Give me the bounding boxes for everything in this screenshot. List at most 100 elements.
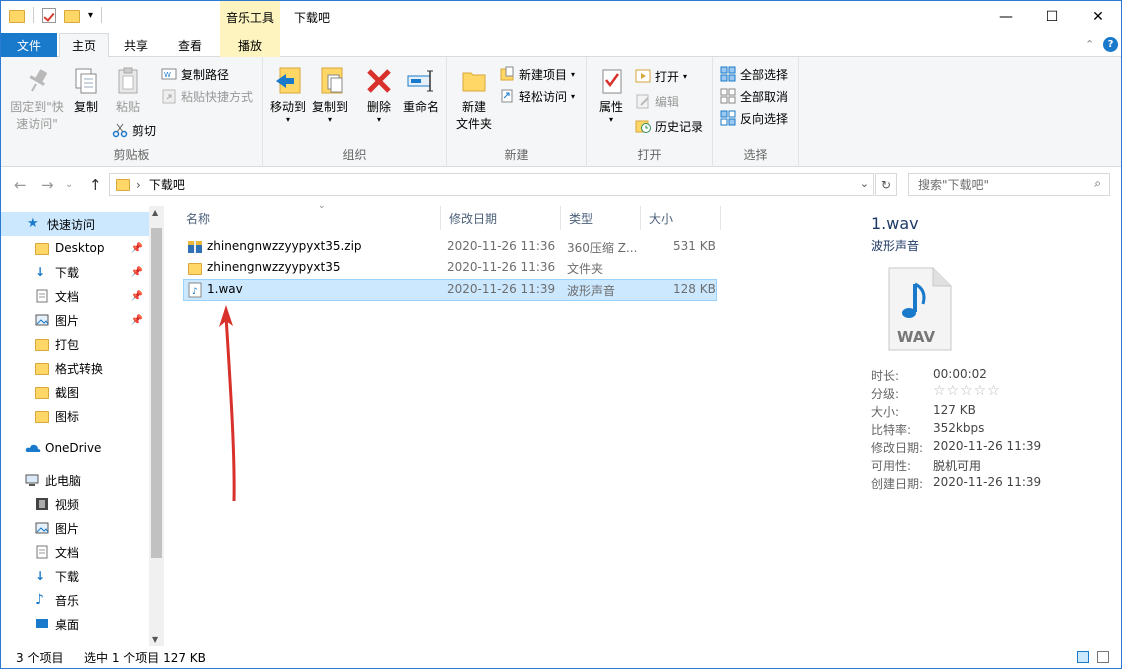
recent-locations-icon[interactable]: ⌄ — [65, 179, 73, 190]
nav-item-label: 桌面 — [55, 617, 80, 632]
pin-icon[interactable]: 📌 — [131, 315, 143, 326]
document-icon — [35, 289, 49, 303]
nav-scrollbar[interactable]: ▲ ▼ — [149, 206, 164, 646]
nav-item-desktop-pc[interactable]: 桌面 — [1, 612, 149, 636]
delete-button[interactable]: 删除 ▾ — [361, 65, 397, 124]
details-view-icon[interactable] — [1077, 651, 1089, 663]
select-all-button[interactable]: 全部选择 — [720, 64, 788, 84]
invert-selection-icon — [720, 110, 736, 126]
copy-path-icon: W — [161, 66, 177, 82]
scroll-down-icon[interactable]: ▼ — [152, 635, 158, 644]
details-value: 00:00:02 — [933, 367, 987, 381]
nav-item-music[interactable]: ♪ 音乐 — [1, 588, 149, 612]
nav-item-downloads[interactable]: ↓ 下载 📌 — [1, 260, 149, 284]
copy-path-button[interactable]: W 复制路径 — [161, 64, 229, 84]
nav-item-desktop[interactable]: Desktop 📌 — [1, 236, 149, 260]
tab-view[interactable]: 查看 — [163, 33, 217, 57]
cut-button[interactable]: 剪切 — [112, 120, 156, 140]
nav-item-icons[interactable]: 图标 — [1, 404, 149, 428]
move-to-button[interactable]: 移动到 ▾ — [267, 65, 309, 124]
copy-button[interactable]: 复制 — [67, 65, 105, 116]
paste-shortcut-icon — [161, 88, 177, 104]
file-row[interactable]: zhinengnwzzyypyxt35 2020-11-26 11:36 文件夹 — [183, 257, 717, 279]
easy-access-button[interactable]: 轻松访问 ▾ — [499, 86, 575, 106]
address-dropdown-icon[interactable]: ⌄ — [860, 177, 869, 190]
tab-share[interactable]: 共享 — [111, 33, 161, 57]
new-folder-button[interactable]: 新建 文件夹 — [453, 65, 495, 133]
maximize-button[interactable]: ☐ — [1029, 1, 1075, 33]
breadcrumb-current[interactable]: 下载吧 — [149, 176, 185, 193]
pin-icon[interactable]: 📌 — [131, 243, 143, 254]
dropdown-arrow-icon: ▾ — [683, 71, 688, 81]
paste-shortcut-button[interactable]: 粘贴快捷方式 — [161, 86, 253, 106]
collapse-ribbon-icon[interactable]: ⌃ — [1085, 38, 1094, 51]
document-icon — [35, 545, 49, 559]
nav-onedrive[interactable]: OneDrive — [1, 436, 149, 460]
nav-quick-access[interactable]: ★ 快速访问 — [1, 212, 149, 236]
new-item-button[interactable]: 新建项目 ▾ — [499, 64, 575, 84]
edit-button[interactable]: 编辑 — [635, 91, 679, 111]
paste-button[interactable]: 粘贴 — [109, 65, 147, 116]
navigation-bar: ← → ⌄ ↑ › 下载吧 ⌄ ↻ 搜索"下载吧" ⌕ — [1, 168, 1121, 202]
invert-selection-button[interactable]: 反向选择 — [720, 108, 788, 128]
nav-item-pack[interactable]: 打包 — [1, 332, 149, 356]
new-folder-icon[interactable] — [64, 9, 80, 23]
refresh-icon[interactable]: ↻ — [875, 173, 897, 196]
nav-item-documents[interactable]: 文档 📌 — [1, 284, 149, 308]
column-header-size[interactable]: 大小 — [641, 206, 721, 230]
customize-qat-icon[interactable]: ▾ — [88, 10, 93, 21]
nav-item-pc-pictures[interactable]: 图片 — [1, 516, 149, 540]
copy-to-button[interactable]: 复制到 ▾ — [309, 65, 351, 124]
nav-item-pc-downloads[interactable]: ↓ 下载 — [1, 564, 149, 588]
file-row-selected[interactable]: ♪ 1.wav 2020-11-26 11:39 波形声音 128 KB — [183, 279, 717, 301]
forward-arrow-icon[interactable]: → — [41, 176, 54, 194]
back-arrow-icon[interactable]: ← — [14, 176, 27, 194]
paste-shortcut-label: 粘贴快捷方式 — [181, 89, 254, 104]
properties-icon[interactable] — [42, 7, 56, 23]
open-button[interactable]: 打开 ▾ — [635, 66, 687, 86]
nav-this-pc[interactable]: 此电脑 — [1, 468, 149, 492]
search-icon[interactable]: ⌕ — [1094, 176, 1101, 191]
properties-button[interactable]: 属性 ▾ — [591, 65, 631, 124]
large-icons-view-icon[interactable] — [1097, 651, 1109, 663]
computer-icon — [25, 473, 39, 487]
minimize-button[interactable]: — — [983, 1, 1029, 33]
nav-item-format-convert[interactable]: 格式转换 — [1, 356, 149, 380]
column-header-type[interactable]: 类型 — [561, 206, 641, 230]
nav-item-videos[interactable]: 视频 — [1, 492, 149, 516]
nav-item-screenshots[interactable]: 截图 — [1, 380, 149, 404]
up-arrow-icon[interactable]: ↑ — [89, 176, 102, 194]
new-folder-label-2: 文件夹 — [455, 117, 492, 131]
nav-item-pc-documents[interactable]: 文档 — [1, 540, 149, 564]
rename-button[interactable]: 重命名 — [399, 65, 443, 116]
copy-icon — [70, 65, 102, 97]
pin-icon[interactable]: 📌 — [131, 291, 143, 302]
move-to-icon — [272, 65, 304, 97]
close-button[interactable]: ✕ — [1075, 1, 1121, 33]
properties-label: 属性 — [598, 100, 623, 114]
search-input[interactable]: 搜索"下载吧" ⌕ — [908, 173, 1110, 196]
pin-quick-access-button[interactable]: 固定到"快 速访问" — [7, 65, 67, 133]
tab-home[interactable]: 主页 — [59, 33, 109, 58]
history-button[interactable]: 历史记录 — [635, 116, 703, 136]
nav-item-pictures[interactable]: 图片 📌 — [1, 308, 149, 332]
tab-play[interactable]: 播放 — [220, 33, 280, 57]
delete-x-icon — [363, 65, 395, 97]
scroll-up-icon[interactable]: ▲ — [152, 208, 158, 217]
file-name: 1.wav — [207, 282, 243, 296]
folder-icon — [116, 178, 130, 191]
address-input[interactable]: › 下载吧 ⌄ — [109, 173, 874, 196]
rating-stars[interactable]: ☆☆☆☆☆ — [933, 383, 1001, 399]
scrollbar-thumb[interactable] — [151, 228, 162, 558]
file-row[interactable]: zhinengnwzzyypyxt35.zip 2020-11-26 11:36… — [183, 236, 717, 258]
tab-file[interactable]: 文件 — [1, 33, 57, 57]
select-none-button[interactable]: 全部取消 — [720, 86, 788, 106]
folder-icon — [35, 385, 49, 399]
pin-icon — [21, 65, 53, 97]
column-header-name[interactable]: 名称 ⌄ — [178, 201, 441, 230]
pin-icon[interactable]: 📌 — [131, 267, 143, 278]
new-group-label: 新建 — [504, 148, 529, 162]
help-icon[interactable]: ? — [1103, 37, 1118, 52]
column-header-date[interactable]: 修改日期 — [441, 206, 561, 230]
music-tools-context-tab: 音乐工具 — [220, 1, 280, 33]
